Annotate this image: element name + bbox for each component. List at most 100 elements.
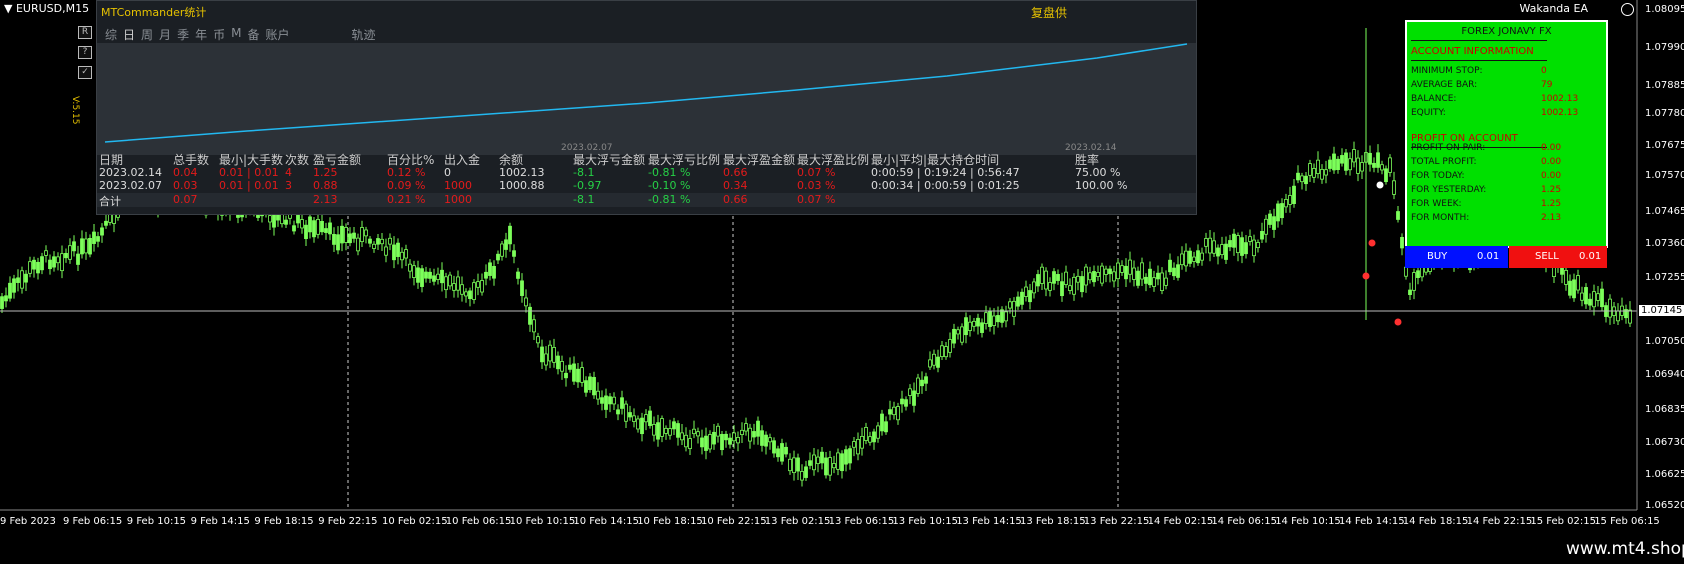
candle-body (664, 427, 668, 434)
candle-body (684, 434, 688, 448)
candle-body (1048, 282, 1052, 291)
candle-body (1348, 158, 1352, 171)
candle-body (876, 425, 880, 439)
candle-body (708, 434, 712, 450)
replay-link[interactable]: 复盘供 (1031, 4, 1067, 21)
candle-body (360, 227, 364, 243)
candle-body (308, 216, 312, 233)
candle-body (968, 321, 972, 331)
stats-tab[interactable]: 日 (123, 26, 135, 43)
candle-body (80, 238, 84, 255)
candle-body (1292, 185, 1296, 205)
candle-body (980, 322, 984, 333)
candle-body (1412, 272, 1416, 291)
divider (1411, 40, 1547, 41)
candle-body (872, 431, 876, 443)
trade-marker[interactable] (1368, 239, 1376, 247)
buy-button[interactable]: BUY 0.01 (1405, 246, 1508, 268)
trade-marker[interactable] (1394, 318, 1402, 326)
candle-body (1592, 291, 1596, 308)
table-cell: 0.21 % (387, 193, 426, 206)
table-cell: 3 (285, 179, 292, 192)
candle-body (56, 256, 60, 264)
candle-body (1628, 309, 1632, 324)
candle-body (524, 297, 528, 307)
candle-body (532, 319, 536, 333)
stats-tab[interactable]: M (231, 26, 241, 43)
candle-body (1060, 281, 1064, 297)
candle-body (1324, 169, 1328, 176)
candle-body (1180, 253, 1184, 266)
candle-body (332, 234, 336, 245)
trade-marker[interactable] (1376, 181, 1384, 189)
candle-body (1156, 272, 1160, 280)
candle-body (616, 409, 620, 415)
table-row: 2023.02.07 0.03 0.01 | 0.01 3 0.88 0.09 % 1000… (97, 179, 1196, 193)
candle-body (620, 397, 624, 409)
candle-body (676, 423, 680, 438)
table-cell: 1000 (444, 179, 472, 192)
candle-body (1360, 162, 1364, 172)
candle-body (580, 367, 584, 383)
trade-marker[interactable] (1362, 272, 1370, 280)
candle-body (480, 280, 484, 293)
candle-body (612, 396, 616, 405)
candle-body (628, 412, 632, 418)
candle-body (1012, 300, 1016, 317)
stats-tab[interactable]: 币 (213, 26, 225, 43)
candle-body (84, 238, 88, 254)
candle-body (328, 222, 332, 235)
replay-button[interactable]: R (78, 26, 92, 39)
candle-body (0, 296, 4, 309)
help-button[interactable]: ? (78, 46, 92, 59)
candle-body (1228, 240, 1232, 248)
candle-body (1220, 244, 1224, 256)
candle-body (1124, 265, 1128, 280)
stats-tab[interactable]: 季 (177, 26, 189, 43)
stats-tab[interactable]: 年 (195, 26, 207, 43)
watermark: www.mt4.shop (1566, 539, 1684, 559)
candle-body (1288, 195, 1292, 205)
candle-body (492, 266, 496, 279)
candle-body (648, 410, 652, 426)
candle-body (732, 432, 736, 442)
stats-tab[interactable]: 周 (141, 26, 153, 43)
candle-body (724, 433, 728, 441)
candle-body (1296, 172, 1300, 181)
candle-body (824, 457, 828, 476)
candle-body (1224, 243, 1228, 260)
stats-tab[interactable]: 账户 (265, 26, 289, 43)
candle-body (504, 239, 508, 250)
candle-body (1216, 247, 1220, 257)
candle-body (376, 238, 380, 245)
stats-tab[interactable]: 轨迹 (352, 26, 376, 43)
candle-body (1600, 288, 1604, 308)
candle-body (1304, 175, 1308, 185)
info-value: 0.00 (1541, 157, 1562, 167)
candle-body (1164, 277, 1168, 286)
time-tick-label: 15 Feb 06:15 (1594, 516, 1660, 527)
candle-body (1112, 271, 1116, 282)
candle-body (1132, 267, 1136, 280)
candle-body (1328, 159, 1332, 169)
candle-body (304, 224, 308, 240)
panel-title: FOREX JONAVY FX (1461, 26, 1552, 37)
candle-body (688, 438, 692, 449)
stats-tab[interactable]: 综 (105, 26, 117, 43)
stats-tab[interactable]: 月 (159, 26, 171, 43)
candle-body (404, 249, 408, 259)
sell-button[interactable]: SELL 0.01 (1509, 246, 1607, 268)
table-cell: 0.01 | 0.01 (219, 166, 279, 179)
candle-body (436, 273, 440, 280)
candle-body (444, 276, 448, 291)
candle-body (736, 437, 740, 444)
candle-body (928, 359, 932, 368)
candle-body (624, 403, 628, 422)
check-button[interactable]: ✓ (78, 66, 92, 79)
candle-body (1068, 285, 1072, 291)
stats-tab[interactable]: 备 (247, 26, 259, 43)
buy-label: BUY (1427, 251, 1448, 262)
candle-body (1168, 259, 1172, 273)
candle-body (1176, 264, 1180, 278)
candle-body (1388, 157, 1392, 173)
